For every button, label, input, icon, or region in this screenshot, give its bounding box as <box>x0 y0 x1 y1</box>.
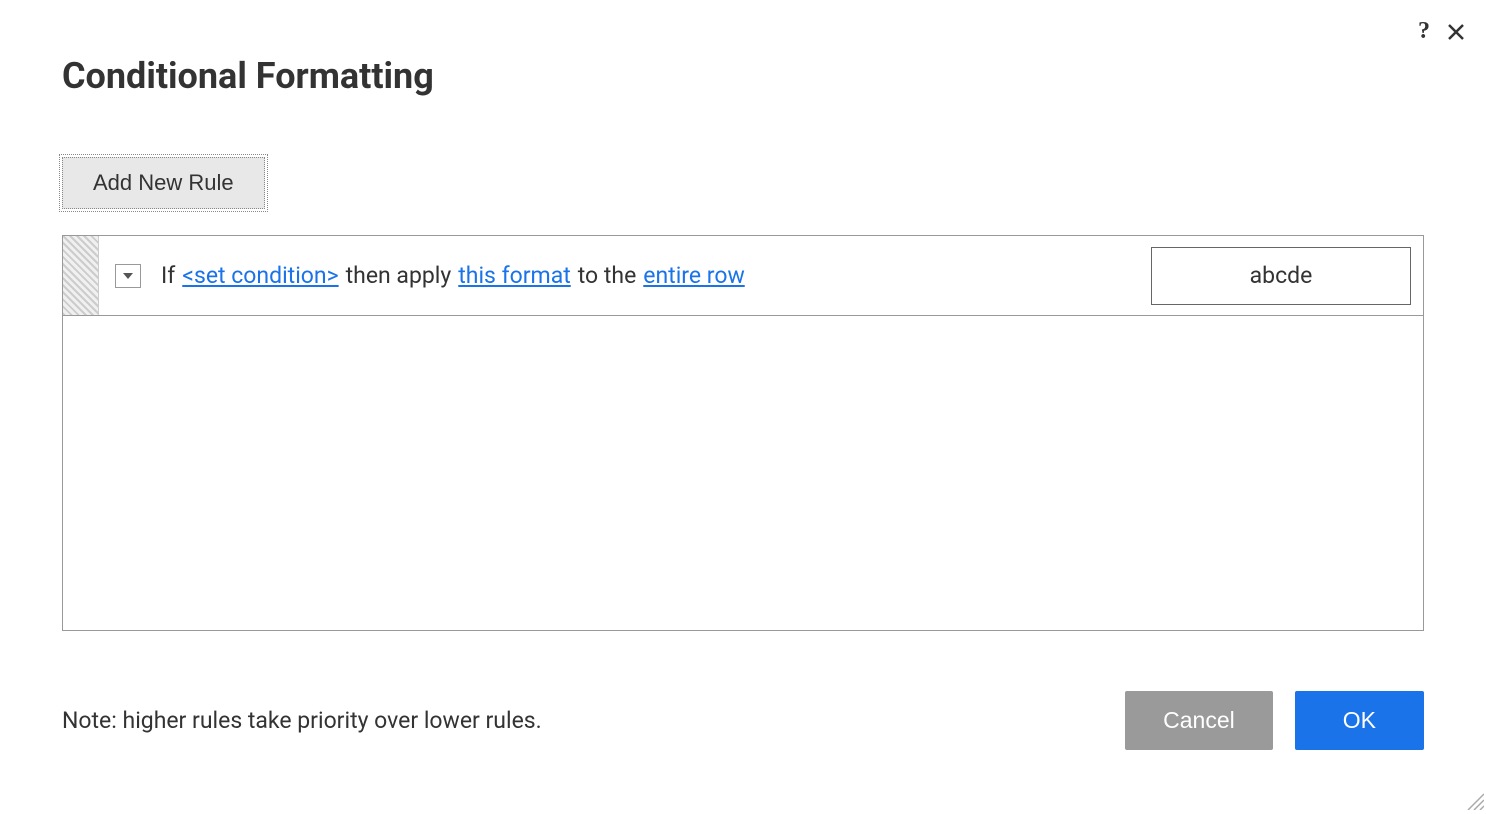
ok-button[interactable]: OK <box>1295 691 1424 750</box>
rule-if-label: If <box>161 262 175 289</box>
dialog-title: Conditional Formatting <box>62 55 1424 97</box>
close-icon[interactable] <box>1446 22 1466 42</box>
format-preview[interactable]: abcde <box>1151 247 1411 305</box>
note-text: Note: higher rules take priority over lo… <box>62 707 542 734</box>
rule-text: If <set condition> then apply this forma… <box>161 262 1151 289</box>
cancel-button[interactable]: Cancel <box>1125 691 1273 750</box>
rule-scope-link[interactable]: entire row <box>643 262 744 289</box>
rule-row: If <set condition> then apply this forma… <box>63 236 1423 316</box>
rule-dropdown[interactable] <box>115 264 141 288</box>
resize-handle-icon[interactable] <box>1464 790 1484 810</box>
add-rule-button[interactable]: Add New Rule <box>62 157 265 209</box>
rules-container: If <set condition> then apply this forma… <box>62 235 1424 631</box>
rule-format-link[interactable]: this format <box>458 262 570 289</box>
rule-condition-link[interactable]: <set condition> <box>182 262 338 289</box>
rule-to-label: to the <box>578 262 637 289</box>
rule-apply-label: then apply <box>346 262 452 289</box>
rule-drag-handle[interactable] <box>63 236 99 315</box>
help-icon[interactable]: ? <box>1418 18 1430 45</box>
